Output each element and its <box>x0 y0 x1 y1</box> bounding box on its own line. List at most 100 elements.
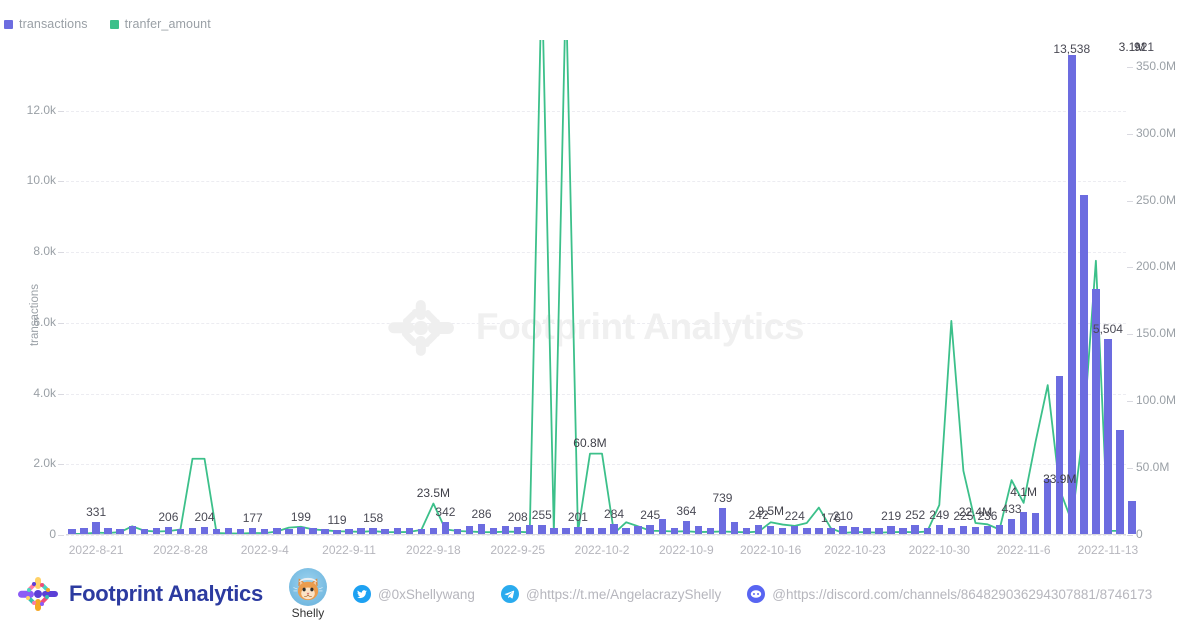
legend-item-tranfer_amount[interactable]: tranfer_amount <box>109 17 211 31</box>
bar[interactable] <box>730 522 739 534</box>
x-tick-label: 2022-10-9 <box>658 543 714 557</box>
bar[interactable] <box>1116 429 1124 534</box>
bar[interactable] <box>935 525 943 534</box>
bar[interactable] <box>1043 478 1052 534</box>
data-label: 177 <box>242 510 263 525</box>
y-tick-mark <box>1127 66 1133 68</box>
social-link-discord[interactable]: @https://discord.com/channels/8648290362… <box>747 585 1152 603</box>
social-handle: @https://t.me/AngelacrazyShelly <box>525 586 722 602</box>
x-tick-label: 2022-10-2 <box>574 543 630 557</box>
flower-logo-icon <box>18 574 58 614</box>
author-name: Shelly <box>291 606 325 620</box>
y-tick-left: 10.0k <box>26 173 56 188</box>
bar[interactable] <box>441 521 450 534</box>
bar[interactable] <box>1031 512 1040 534</box>
legend-item-transactions[interactable]: transactions <box>4 17 88 31</box>
data-label: 208 <box>507 509 528 524</box>
data-label: 33.9M <box>1043 471 1077 486</box>
data-label: 364 <box>676 504 697 519</box>
y-tick-mark <box>1127 133 1133 135</box>
x-tick-label: 2022-10-23 <box>824 543 886 557</box>
bar[interactable] <box>1128 501 1136 534</box>
data-label: 204 <box>194 509 215 524</box>
data-label: 342 <box>435 504 456 519</box>
bar[interactable] <box>682 521 691 534</box>
y-tick-mark <box>1127 535 1133 536</box>
data-label: 284 <box>604 506 625 521</box>
social-links: @0xShellywang @https://t.me/AngelacrazySh… <box>327 585 1152 603</box>
bar[interactable] <box>887 526 895 534</box>
bar[interactable] <box>634 525 642 534</box>
x-tick-label: 2022-9-25 <box>490 543 546 557</box>
legend-label: transactions <box>19 17 88 31</box>
bar[interactable] <box>477 523 486 534</box>
data-label: 331 <box>86 505 107 520</box>
bar[interactable] <box>538 524 546 534</box>
data-label: 9.5M <box>757 504 784 519</box>
y-tick-left: 2.0k <box>33 456 56 471</box>
y-tick-left: 0 <box>49 527 56 541</box>
chart-legend: transactions tranfer_amount <box>0 17 211 31</box>
y-tick-mark <box>58 393 64 395</box>
gridline <box>66 535 1126 536</box>
bar[interactable] <box>526 524 534 534</box>
bar[interactable] <box>911 525 919 534</box>
bar[interactable] <box>1080 195 1088 534</box>
y-axis-left-title: transactions <box>29 283 42 347</box>
social-link-telegram[interactable]: @https://t.me/AngelacrazyShelly <box>500 585 722 603</box>
bar[interactable] <box>513 526 522 534</box>
y-tick-right: 250.0M <box>1136 192 1177 207</box>
social-handle: @https://discord.com/channels/8648290362… <box>772 586 1153 602</box>
data-label: 433 <box>1001 501 1022 516</box>
data-label: 286 <box>471 506 492 521</box>
bar[interactable] <box>754 525 763 534</box>
bar[interactable] <box>574 526 582 534</box>
cat-avatar-icon <box>288 568 327 606</box>
y-tick-right: 350.0M <box>1136 58 1177 73</box>
data-label: 224 <box>784 509 805 524</box>
data-label: 199 <box>290 509 311 524</box>
x-tick-label: 2022-11-13 <box>1077 543 1139 557</box>
data-label: 739 <box>712 490 733 505</box>
bar[interactable] <box>501 525 510 534</box>
bar[interactable] <box>465 525 474 534</box>
plot-area: Footprint Analytics 331 206 204 177 199 119 15… <box>66 40 1154 536</box>
bar[interactable] <box>646 525 654 534</box>
data-label: 210 <box>832 508 853 523</box>
y-tick-mark <box>58 535 64 536</box>
bar[interactable] <box>839 525 847 534</box>
bar[interactable] <box>92 522 100 534</box>
data-label: 252 <box>905 508 926 523</box>
x-tick-label: 2022-11-6 <box>996 543 1051 557</box>
bar[interactable] <box>851 526 859 534</box>
data-label: 23.5M <box>416 485 451 500</box>
bar[interactable] <box>718 507 727 534</box>
x-tick-label: 2022-9-11 <box>322 543 376 557</box>
y-tick-right: 0 <box>1136 527 1143 541</box>
bar[interactable] <box>128 525 136 534</box>
bar[interactable] <box>164 526 173 534</box>
y-tick-left: 8.0k <box>33 244 56 259</box>
bar[interactable] <box>297 526 305 534</box>
data-label: 255 <box>531 507 552 522</box>
bar[interactable] <box>791 526 799 534</box>
bar[interactable] <box>995 524 1004 534</box>
y-tick-left: 6.0k <box>33 314 56 329</box>
bar[interactable] <box>959 526 968 534</box>
chart-page: transactions tranfer_amount Footprint Ana… <box>0 0 1200 630</box>
bar[interactable] <box>983 525 992 534</box>
bar[interactable] <box>1068 55 1076 534</box>
bar[interactable] <box>1056 375 1064 534</box>
bar[interactable] <box>1007 518 1016 534</box>
y-tick-mark <box>58 110 64 112</box>
bar[interactable] <box>694 525 703 534</box>
data-label: 4.1M <box>1010 484 1037 499</box>
social-handle: @0xShellywang <box>377 586 475 602</box>
bar[interactable] <box>1104 339 1112 534</box>
square-swatch-icon <box>4 19 13 29</box>
bar[interactable] <box>766 525 775 534</box>
social-link-twitter[interactable]: @0xShellywang <box>352 585 475 603</box>
bar[interactable] <box>200 526 209 534</box>
page-footer: Footprint Analytics Shelly @0xShellywang… <box>0 558 1200 630</box>
bar[interactable] <box>610 523 618 534</box>
